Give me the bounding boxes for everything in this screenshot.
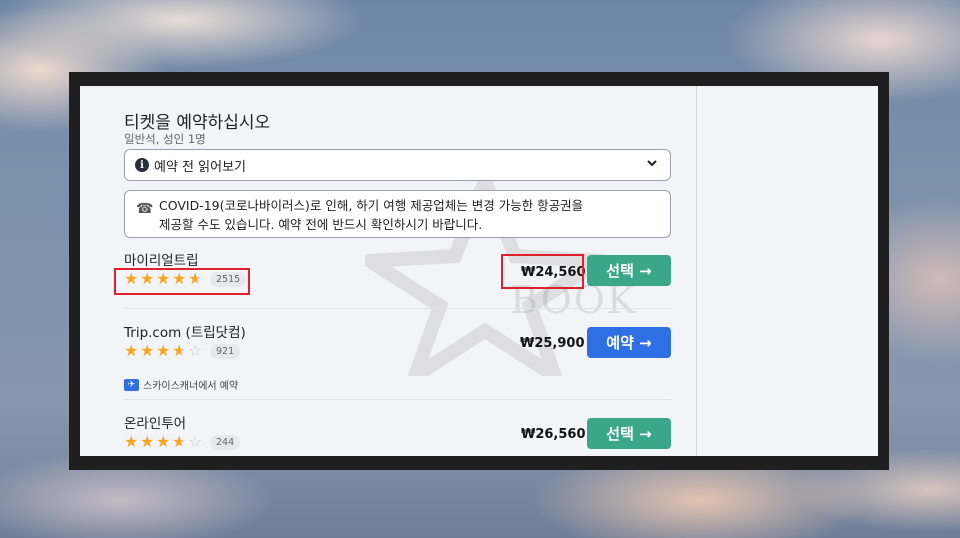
chevron-down-icon	[647, 160, 657, 167]
price-onlinetour: ₩26,560	[521, 427, 586, 442]
price-tripcom: ₩25,900	[520, 336, 585, 351]
booking-panel: BOOK 티켓을 예약하십시오 일반석, 성인 1명 i 예약 전 읽어보기 ☎…	[80, 86, 878, 456]
select-button-onlinetour[interactable]: 선택 →	[587, 418, 671, 449]
phone-icon: ☎	[136, 201, 154, 217]
page-subtitle: 일반석, 성인 1명	[124, 132, 206, 146]
covid-notice: ☎ COVID-19(코로나바이러스)로 인해, 하기 여행 제공업체는 변경 …	[124, 190, 671, 238]
star-icon: ★	[124, 432, 139, 451]
read-before-label: 예약 전 읽어보기	[154, 159, 246, 175]
rating-stars: ★ ★ ★ ★ ☆ 921	[124, 341, 241, 360]
half-star-icon: ★	[172, 341, 187, 360]
notice-line-2: 제공할 수도 있습니다. 예약 전에 반드시 확인하시기 바랍니다.	[159, 217, 483, 232]
book-button-tripcom[interactable]: 예약 →	[587, 327, 671, 358]
star-icon: ★	[124, 341, 139, 360]
review-count: 921	[210, 343, 241, 359]
empty-star-icon: ☆	[188, 432, 203, 451]
empty-star-icon: ☆	[188, 341, 203, 360]
read-before-booking-dropdown[interactable]: i 예약 전 읽어보기	[124, 149, 671, 181]
rating-highlight-box	[114, 268, 250, 295]
half-star-icon: ★	[172, 432, 187, 451]
booking-column: BOOK 티켓을 예약하십시오 일반석, 성인 1명 i 예약 전 읽어보기 ☎…	[80, 86, 697, 456]
right-side-column	[697, 86, 878, 456]
price-highlight-box	[501, 254, 584, 289]
select-button-myrealtrip[interactable]: 선택 →	[587, 255, 671, 286]
info-icon: i	[135, 158, 149, 172]
notice-line-1: COVID-19(코로나바이러스)로 인해, 하기 여행 제공업체는 변경 가능…	[159, 198, 584, 213]
plane-icon: ✈	[124, 378, 139, 391]
star-icon: ★	[140, 341, 155, 360]
review-count: 244	[210, 434, 241, 450]
divider	[124, 399, 671, 400]
skyscanner-note-label: 스카이스캐너에서 예약	[143, 381, 239, 392]
skyscanner-booking-note: ✈ 스카이스캐너에서 예약	[124, 377, 238, 392]
divider	[124, 308, 671, 309]
star-icon: ★	[156, 432, 171, 451]
star-icon: ★	[140, 432, 155, 451]
page-title: 티켓을 예약하십시오	[124, 113, 271, 133]
star-icon: ★	[156, 341, 171, 360]
rating-stars: ★ ★ ★ ★ ☆ 244	[124, 432, 241, 451]
